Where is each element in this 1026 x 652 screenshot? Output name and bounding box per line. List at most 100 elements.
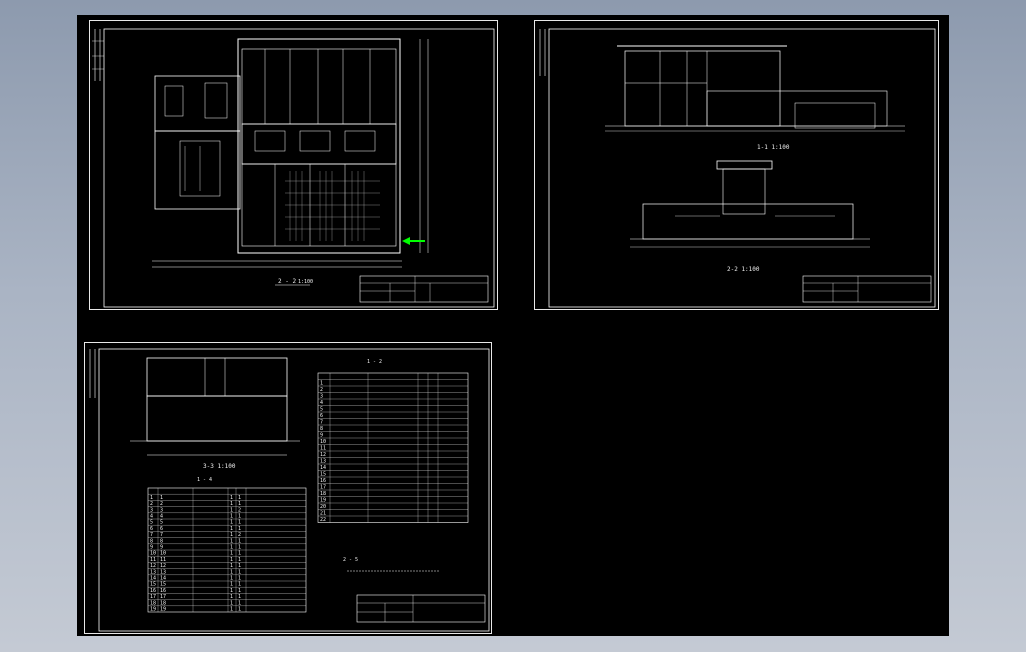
table-cell: 1 [238, 557, 241, 563]
table-cell: 17 [150, 594, 156, 600]
table-cell: 1 [238, 576, 241, 582]
table-cell: 3 [150, 507, 153, 513]
equipment-table-left: 1 1 1 12 2 1 13 3 1 24 4 1 15 5 1 16 6 1 17 7 1 28 8 1 19 9 1 110 10… [147, 487, 307, 613]
table-cell: 1 [238, 495, 241, 501]
table-cell: 1 [230, 538, 233, 544]
table-cell: 1 [238, 607, 241, 613]
table-cell: 14 [150, 576, 156, 582]
plan-drawing: 2 - 2 1:100 [92, 28, 495, 308]
table-cell: 4 [320, 400, 323, 406]
table-cell: 7 [150, 532, 153, 538]
table-cell: 9 [320, 433, 323, 439]
section-2-title: 2-2 1:100 [727, 266, 760, 273]
table-cell: 2 [238, 532, 241, 538]
table-cell: 19 [150, 607, 156, 613]
table-cell: 19 [320, 498, 326, 504]
table-cell: 1 [238, 538, 241, 544]
table-cell: 4 [160, 514, 163, 520]
table-cell: 13 [160, 569, 166, 575]
table-cell: 1 [150, 495, 153, 501]
table-cell: 1 [230, 520, 233, 526]
table-cell: 1 [238, 588, 241, 594]
table-cell: 13 [320, 459, 326, 465]
table-cell: 12 [320, 452, 326, 458]
table-cell: 11 [150, 557, 156, 563]
table-cell: 21 [320, 511, 326, 517]
plan-title: 2 - 2 [278, 278, 296, 285]
table-cell: 1 [238, 594, 241, 600]
table-cell: 1 [238, 563, 241, 569]
table-cell: 1 [230, 545, 233, 551]
table-cell: 1 [230, 514, 233, 520]
table-cell: 6 [160, 526, 163, 532]
table-cell: 2 [320, 387, 323, 393]
table-cell: 1 [230, 607, 233, 613]
table-cell: 7 [160, 532, 163, 538]
table-cell: 12 [150, 563, 156, 569]
table-cell: 18 [160, 600, 166, 606]
cad-model-space[interactable]: 2 - 2 1:100 1-1 1:100 2-2 1:100 3-3 1:10… [77, 15, 949, 636]
table-cell: 5 [320, 407, 323, 413]
table-cell: 16 [160, 588, 166, 594]
table-cell: 1 [230, 569, 233, 575]
table-cell: 1 [230, 563, 233, 569]
table-cell: 17 [320, 485, 326, 491]
table-cell: 15 [150, 582, 156, 588]
table-cell: 5 [160, 520, 163, 526]
table-cell: 1 [230, 526, 233, 532]
table-cell: 16 [320, 478, 326, 484]
table-cell: 1 [238, 545, 241, 551]
table-cell: 2 [238, 507, 241, 513]
table-cell: 4 [150, 514, 153, 520]
table-cell: 18 [320, 491, 326, 497]
table-cell: 1 [238, 569, 241, 575]
table-cell: 14 [160, 576, 166, 582]
left-list-title: 1 - 4 [197, 477, 212, 483]
table-cell: 1 [230, 532, 233, 538]
table-cell: 1 [230, 495, 233, 501]
table-cell: 17 [160, 594, 166, 600]
table-cell: 9 [160, 545, 163, 551]
equipment-table-right: 12345678910111213141516171819202122 [317, 372, 469, 523]
table-cell: 1 [160, 495, 163, 501]
table-cell: 1 [230, 557, 233, 563]
table-cell: 12 [160, 563, 166, 569]
table-cell: 1 [230, 588, 233, 594]
table-cell: 16 [150, 588, 156, 594]
table-cell: 1 [230, 576, 233, 582]
table-cell: 1 [238, 520, 241, 526]
table-cell: 19 [160, 607, 166, 613]
table-cell: 6 [320, 413, 323, 419]
table-cell: 3 [160, 507, 163, 513]
table-cell: 10 [150, 551, 156, 557]
table-cell: 1 [230, 501, 233, 507]
section-drawing: 1-1 1:100 2-2 1:100 [539, 28, 936, 308]
table-cell: 15 [320, 472, 326, 478]
table-cell: 15 [160, 582, 166, 588]
drawing-sheet-plan[interactable]: 2 - 2 1:100 [89, 20, 498, 310]
table-cell: 1 [230, 551, 233, 557]
table-cell: 1 [238, 582, 241, 588]
drawing-sheet-sections[interactable]: 1-1 1:100 2-2 1:100 [534, 20, 939, 310]
table-cell: 7 [320, 420, 323, 426]
table-cell: 8 [320, 426, 323, 432]
table-cell: 1 [230, 582, 233, 588]
section-3-title: 3-3 1:100 [203, 463, 236, 470]
table-cell: 1 [230, 600, 233, 606]
table-cell: 20 [320, 504, 326, 510]
table-cell: 1 [230, 507, 233, 513]
notes-title: 2 - 5 [343, 557, 358, 563]
table-cell: 11 [320, 446, 326, 452]
table-cell: 1 [230, 594, 233, 600]
table-cell: 11 [160, 557, 166, 563]
table-cell: 1 [238, 514, 241, 520]
section-1-title: 1-1 1:100 [757, 144, 790, 151]
table-cell: 18 [150, 600, 156, 606]
table-cell: 10 [160, 551, 166, 557]
table-cell: 13 [150, 569, 156, 575]
drawing-sheet-equipment[interactable]: 3-3 1:100 1 - 4 1 - 2 2 - 5 111122113312… [84, 342, 492, 634]
table-cell: 6 [150, 526, 153, 532]
table-cell: 1 [238, 526, 241, 532]
table-cell: 2 [160, 501, 163, 507]
table-cell: 8 [150, 538, 153, 544]
